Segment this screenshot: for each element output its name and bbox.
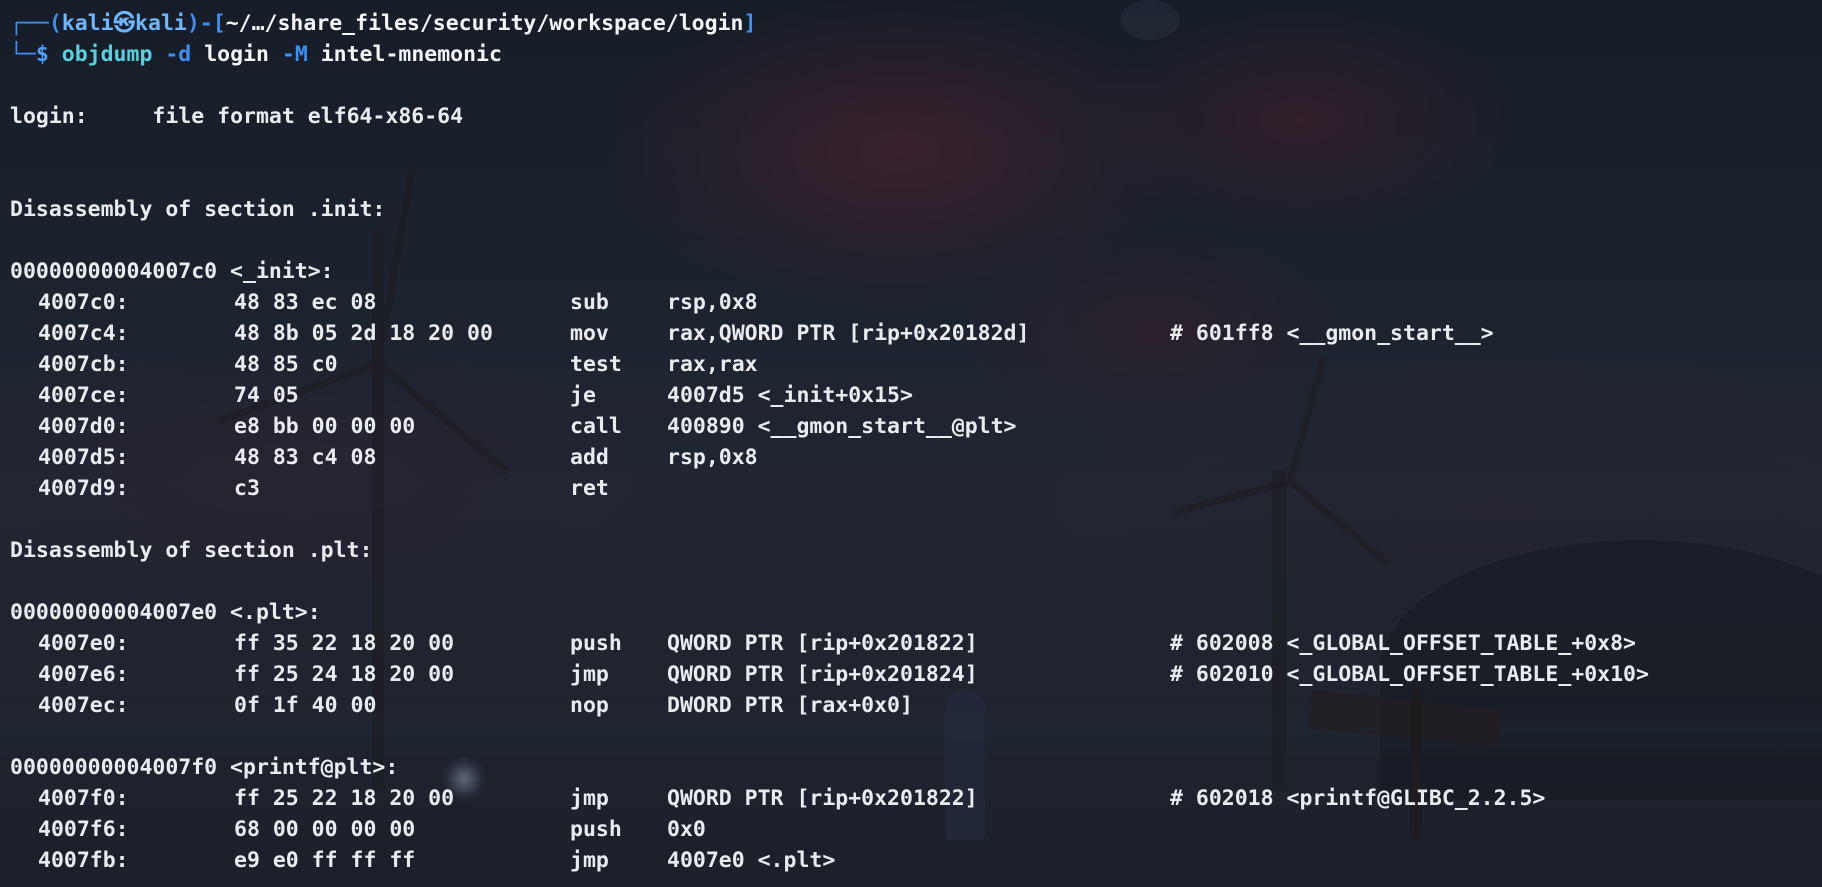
- instruction-mnemonic: add: [570, 445, 609, 470]
- instruction-row: 4007d0: e8 bb 00 00 00 call 400890 <__gmon_…: [10, 411, 1810, 442]
- instruction-row: 4007ec: 0f 1f 40 00 nop DWORD PTR [rax+0x0]: [10, 690, 1810, 721]
- section-title: Disassembly of section .plt:: [10, 538, 373, 563]
- instruction-address: 4007cb:: [38, 352, 129, 377]
- prompt-frame: ]: [743, 11, 757, 36]
- function-label: 00000000004007e0 <.plt>:: [10, 600, 321, 625]
- instruction-row: 4007ce: 74 05 je 4007d5 <_init+0x15>: [10, 380, 1810, 411]
- instruction-comment: # 602008 <_GLOBAL_OFFSET_TABLE_+0x8>: [1170, 631, 1636, 656]
- instruction-address: 4007ce:: [38, 383, 129, 408]
- instruction-mnemonic: push: [570, 817, 622, 842]
- prompt-frame: ┌──(: [10, 11, 62, 36]
- instruction-bytes: 74 05: [234, 383, 299, 408]
- instruction-address: 4007d5:: [38, 445, 129, 470]
- instruction-operands: QWORD PTR [rip+0x201822]: [667, 631, 978, 656]
- instruction-address: 4007fb:: [38, 848, 129, 873]
- instruction-mnemonic: call: [570, 414, 622, 439]
- instruction-mnemonic: jmp: [570, 848, 609, 873]
- instruction-comment: # 602018 <printf@GLIBC_2.2.5>: [1170, 786, 1546, 811]
- instruction-mnemonic: push: [570, 631, 622, 656]
- instruction-row: 4007f0: ff 25 22 18 20 00 jmp QWORD PTR [ri…: [10, 783, 1810, 814]
- file-name: login:: [10, 104, 88, 129]
- instruction-row: 4007e0: ff 35 22 18 20 00 push QWORD PTR [r…: [10, 628, 1810, 659]
- instruction-bytes: ff 25 22 18 20 00: [234, 786, 455, 811]
- terminal-output[interactable]: ┌──(kali㉿kali)-[~/…/share_files/security…: [10, 8, 1810, 876]
- instruction-operands: DWORD PTR [rax+0x0]: [667, 693, 913, 718]
- instruction-operands: 4007e0 <.plt>: [667, 848, 836, 873]
- instruction-comment: # 602010 <_GLOBAL_OFFSET_TABLE_+0x10>: [1170, 662, 1649, 687]
- instruction-bytes: 0f 1f 40 00: [234, 693, 377, 718]
- instruction-operands: 0x0: [667, 817, 706, 842]
- instruction-bytes: 48 83 c4 08: [234, 445, 377, 470]
- instruction-bytes: c3: [234, 476, 260, 501]
- prompt-user-host: kali㉿kali: [61, 11, 187, 36]
- instruction-address: 4007c4:: [38, 321, 129, 346]
- prompt-frame: )-[: [186, 11, 226, 36]
- instruction-address: 4007c0:: [38, 290, 129, 315]
- instruction-mnemonic: jmp: [570, 662, 609, 687]
- instruction-row: 4007c0: 48 83 ec 08 sub rsp,0x8: [10, 287, 1810, 318]
- file-format-line: login: file format elf64-x86-64: [10, 101, 1810, 132]
- instruction-mnemonic: test: [570, 352, 622, 377]
- instruction-comment: # 601ff8 <__gmon_start__>: [1170, 321, 1494, 346]
- instruction-mnemonic: je: [570, 383, 596, 408]
- command-option: intel-mnemonic: [320, 42, 502, 67]
- command-line: └─$ objdump -d login -M intel-mnemonic: [10, 39, 1810, 70]
- instruction-address: 4007f6:: [38, 817, 129, 842]
- instruction-bytes: 48 8b 05 2d 18 20 00: [234, 321, 493, 346]
- instruction-row: 4007c4: 48 8b 05 2d 18 20 00 mov rax,QWORD …: [10, 318, 1810, 349]
- prompt-dollar: $: [35, 42, 62, 67]
- prompt-line: ┌──(kali㉿kali)-[~/…/share_files/security…: [10, 8, 1810, 39]
- instruction-bytes: ff 35 22 18 20 00: [234, 631, 455, 656]
- instruction-address: 4007d9:: [38, 476, 129, 501]
- instruction-address: 4007ec:: [38, 693, 129, 718]
- instruction-mnemonic: jmp: [570, 786, 609, 811]
- instruction-row: 4007fb: e9 e0 ff ff ff jmp 4007e0 <.plt>: [10, 845, 1810, 876]
- instruction-mnemonic: mov: [570, 321, 609, 346]
- command-flag: -d: [165, 42, 192, 67]
- instruction-address: 4007f0:: [38, 786, 129, 811]
- function-label: 00000000004007c0 <_init>:: [10, 259, 334, 284]
- instruction-bytes: ff 25 24 18 20 00: [234, 662, 455, 687]
- instruction-row: 4007cb: 48 85 c0 test rax,rax: [10, 349, 1810, 380]
- instruction-row: 4007d9: c3 ret: [10, 473, 1810, 504]
- instruction-address: 4007e0:: [38, 631, 129, 656]
- command-target: login: [204, 42, 269, 67]
- instruction-mnemonic: ret: [570, 476, 609, 501]
- instruction-mnemonic: sub: [570, 290, 609, 315]
- prompt-frame: └─: [10, 42, 36, 67]
- command-name: objdump: [61, 42, 153, 67]
- instruction-row: 4007d5: 48 83 c4 08 add rsp,0x8: [10, 442, 1810, 473]
- function-label: 00000000004007f0 <printf@plt>:: [10, 755, 399, 780]
- instruction-bytes: 48 83 ec 08: [234, 290, 377, 315]
- section-title: Disassembly of section .init:: [10, 197, 386, 222]
- instruction-operands: rsp,0x8: [667, 445, 758, 470]
- instruction-row: 4007f6: 68 00 00 00 00 push 0x0: [10, 814, 1810, 845]
- file-format: file format elf64-x86-64: [152, 104, 464, 129]
- instruction-address: 4007d0:: [38, 414, 129, 439]
- instruction-operands: QWORD PTR [rip+0x201824]: [667, 662, 978, 687]
- instruction-bytes: 48 85 c0: [234, 352, 338, 377]
- instruction-address: 4007e6:: [38, 662, 129, 687]
- instruction-bytes: e8 bb 00 00 00: [234, 414, 416, 439]
- instruction-operands: QWORD PTR [rip+0x201822]: [667, 786, 978, 811]
- instruction-mnemonic: nop: [570, 693, 609, 718]
- instruction-operands: rsp,0x8: [667, 290, 758, 315]
- instruction-row: 4007e6: ff 25 24 18 20 00 jmp QWORD PTR [ri…: [10, 659, 1810, 690]
- instruction-operands: 400890 <__gmon_start__@plt>: [667, 414, 1017, 439]
- instruction-bytes: e9 e0 ff ff ff: [234, 848, 416, 873]
- instruction-operands: rax,rax: [667, 352, 758, 377]
- instruction-bytes: 68 00 00 00 00: [234, 817, 416, 842]
- instruction-operands: 4007d5 <_init+0x15>: [667, 383, 913, 408]
- prompt-cwd: ~/…/share_files/security/workspace/login: [225, 11, 744, 36]
- instruction-operands: rax,QWORD PTR [rip+0x20182d]: [667, 321, 1030, 346]
- command-flag: -M: [281, 42, 308, 67]
